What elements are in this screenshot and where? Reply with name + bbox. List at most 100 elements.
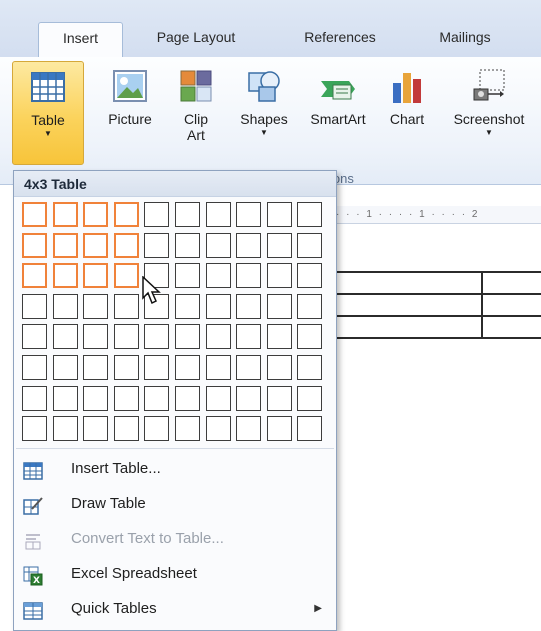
grid-cell[interactable] xyxy=(267,355,292,380)
grid-cell[interactable] xyxy=(175,416,200,441)
grid-cell[interactable] xyxy=(297,324,322,349)
grid-cell[interactable] xyxy=(144,202,169,227)
grid-cell[interactable] xyxy=(53,263,78,288)
smartart-button[interactable]: SmartArt xyxy=(300,61,376,165)
grid-cell[interactable] xyxy=(297,202,322,227)
grid-cell[interactable] xyxy=(144,233,169,258)
grid-cell[interactable] xyxy=(22,355,47,380)
grid-cell[interactable] xyxy=(22,294,47,319)
grid-cell[interactable] xyxy=(236,263,261,288)
grid-cell[interactable] xyxy=(236,355,261,380)
grid-cell[interactable] xyxy=(83,202,108,227)
grid-cell[interactable] xyxy=(53,416,78,441)
grid-cell[interactable] xyxy=(236,202,261,227)
grid-cell[interactable] xyxy=(22,416,47,441)
grid-cell[interactable] xyxy=(53,233,78,258)
grid-cell[interactable] xyxy=(144,386,169,411)
grid-cell[interactable] xyxy=(114,416,139,441)
grid-cell[interactable] xyxy=(267,202,292,227)
tab-mailings[interactable]: Mailings xyxy=(420,22,510,58)
grid-cell[interactable] xyxy=(53,202,78,227)
grid-cell[interactable] xyxy=(114,324,139,349)
grid-cell[interactable] xyxy=(83,355,108,380)
table-button[interactable]: Table ▼ xyxy=(12,61,84,165)
grid-cell[interactable] xyxy=(236,233,261,258)
grid-cell[interactable] xyxy=(175,233,200,258)
grid-cell[interactable] xyxy=(83,324,108,349)
grid-cell[interactable] xyxy=(114,355,139,380)
grid-cell[interactable] xyxy=(22,233,47,258)
tab-references[interactable]: References xyxy=(285,22,395,58)
grid-cell[interactable] xyxy=(297,294,322,319)
grid-cell[interactable] xyxy=(114,386,139,411)
draw-table-menu-item[interactable]: Draw Table xyxy=(14,486,336,521)
grid-cell[interactable] xyxy=(297,386,322,411)
grid-cell[interactable] xyxy=(175,355,200,380)
insert-table-menu-item[interactable]: Insert Table... xyxy=(14,451,336,486)
grid-cell[interactable] xyxy=(114,233,139,258)
grid-cell[interactable] xyxy=(267,263,292,288)
tab-mailings-label: Mailings xyxy=(439,29,491,45)
grid-cell[interactable] xyxy=(267,324,292,349)
grid-cell[interactable] xyxy=(206,324,231,349)
grid-cell[interactable] xyxy=(175,294,200,319)
grid-cell[interactable] xyxy=(267,294,292,319)
clip-art-button[interactable]: Clip Art xyxy=(172,61,220,165)
grid-cell[interactable] xyxy=(206,263,231,288)
grid-cell[interactable] xyxy=(144,324,169,349)
grid-cell[interactable] xyxy=(267,416,292,441)
grid-cell[interactable] xyxy=(53,294,78,319)
screenshot-button[interactable]: Screenshot ▼ xyxy=(444,61,534,165)
grid-cell[interactable] xyxy=(83,263,108,288)
grid-cell[interactable] xyxy=(83,294,108,319)
grid-cell[interactable] xyxy=(175,202,200,227)
grid-cell[interactable] xyxy=(175,263,200,288)
quick-tables-menu-item[interactable]: Quick Tables ▶ xyxy=(14,591,336,626)
clip-art-icon xyxy=(177,67,215,105)
grid-cell[interactable] xyxy=(206,386,231,411)
submenu-arrow-icon: ▶ xyxy=(314,603,322,614)
grid-cell[interactable] xyxy=(297,355,322,380)
grid-cell[interactable] xyxy=(83,386,108,411)
grid-cell[interactable] xyxy=(206,416,231,441)
tab-insert[interactable]: Insert xyxy=(38,22,123,59)
grid-cell[interactable] xyxy=(297,233,322,258)
grid-cell[interactable] xyxy=(114,294,139,319)
grid-cell[interactable] xyxy=(236,386,261,411)
tab-page-layout[interactable]: Page Layout xyxy=(140,22,252,58)
grid-cell[interactable] xyxy=(144,355,169,380)
excel-spreadsheet-menu-item[interactable]: X Excel Spreadsheet xyxy=(14,556,336,591)
grid-cell[interactable] xyxy=(297,263,322,288)
grid-cell[interactable] xyxy=(175,386,200,411)
grid-cell[interactable] xyxy=(22,386,47,411)
tab-references-label: References xyxy=(304,29,376,45)
grid-cell[interactable] xyxy=(83,416,108,441)
grid-cell[interactable] xyxy=(206,294,231,319)
grid-cell[interactable] xyxy=(114,263,139,288)
grid-cell[interactable] xyxy=(53,324,78,349)
shapes-button[interactable]: Shapes ▼ xyxy=(232,61,296,165)
grid-cell[interactable] xyxy=(206,202,231,227)
grid-cell[interactable] xyxy=(53,355,78,380)
convert-text-to-table-menu-item[interactable]: Convert Text to Table... xyxy=(14,521,336,556)
insert-table-icon xyxy=(23,459,43,480)
grid-cell[interactable] xyxy=(144,416,169,441)
chart-button[interactable]: Chart xyxy=(382,61,432,165)
screenshot-button-label: Screenshot xyxy=(453,111,525,127)
grid-cell[interactable] xyxy=(53,386,78,411)
grid-cell[interactable] xyxy=(267,386,292,411)
grid-cell[interactable] xyxy=(83,233,108,258)
grid-cell[interactable] xyxy=(206,233,231,258)
grid-cell[interactable] xyxy=(114,202,139,227)
picture-button[interactable]: Picture xyxy=(98,61,162,165)
grid-cell[interactable] xyxy=(206,355,231,380)
grid-cell[interactable] xyxy=(22,202,47,227)
grid-cell[interactable] xyxy=(267,233,292,258)
grid-cell[interactable] xyxy=(297,416,322,441)
grid-cell[interactable] xyxy=(22,324,47,349)
grid-cell[interactable] xyxy=(175,324,200,349)
grid-cell[interactable] xyxy=(22,263,47,288)
grid-cell[interactable] xyxy=(236,324,261,349)
grid-cell[interactable] xyxy=(236,416,261,441)
grid-cell[interactable] xyxy=(236,294,261,319)
